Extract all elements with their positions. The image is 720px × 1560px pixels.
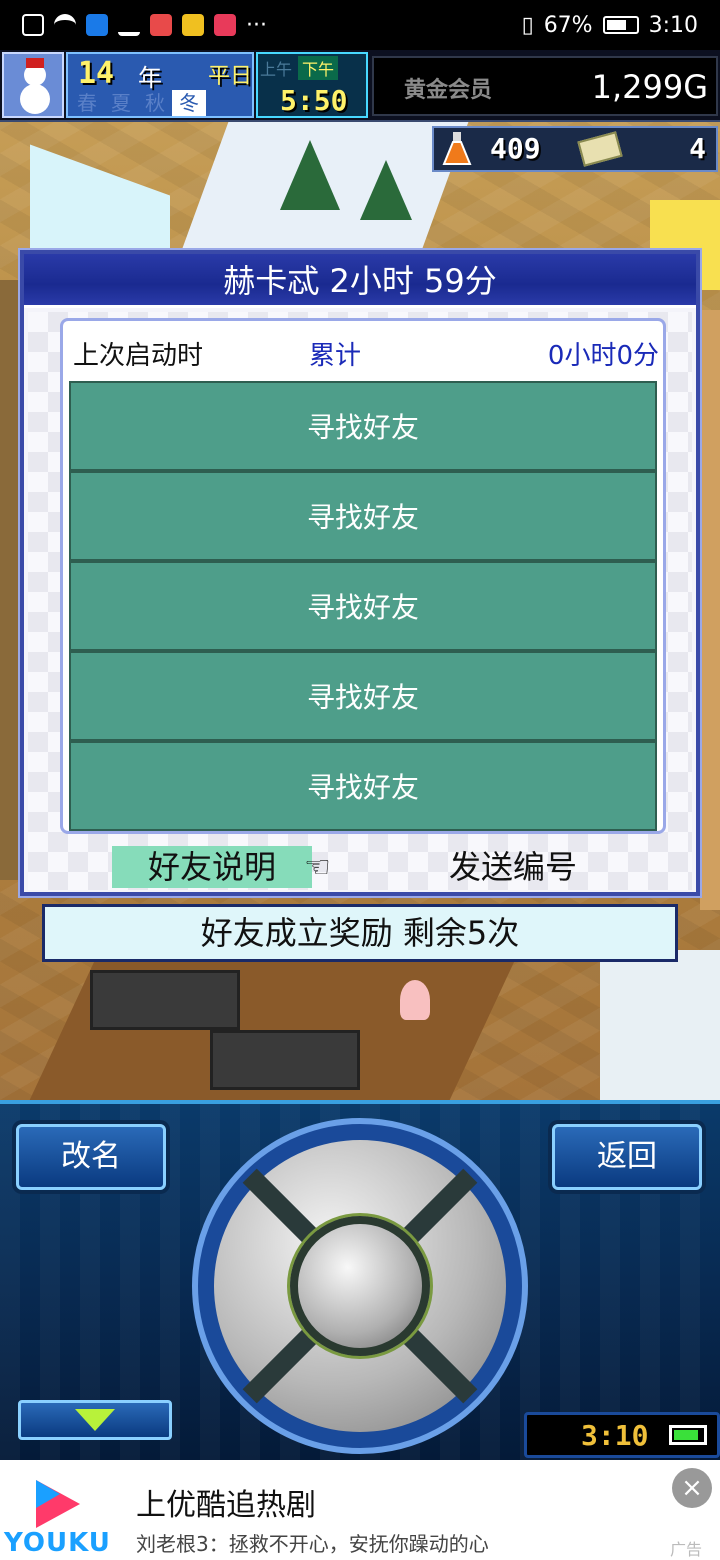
dpad-center-button[interactable] <box>290 1216 430 1356</box>
ticket-count: 4 <box>689 132 706 165</box>
ad-title: 上优酷追热剧 <box>136 1488 316 1523</box>
find-friend-slot-3[interactable]: 寻找好友 <box>69 561 657 651</box>
alert-icon <box>22 14 44 36</box>
snow-tree-icon <box>360 160 412 220</box>
character-icon <box>400 980 430 1020</box>
friend-dialog: 赫卡忒 2小时 59分 上次启动时 累计 0小时0分 寻找好友 寻找好友 寻找好… <box>20 250 700 896</box>
snowman-icon <box>2 52 64 118</box>
find-friend-slot-1[interactable]: 寻找好友 <box>69 381 657 471</box>
find-friend-slot-5[interactable]: 寻找好友 <box>69 741 657 831</box>
side-wall <box>0 280 20 880</box>
device-clock-panel: 3:10 <box>524 1412 720 1458</box>
friend-reward-banner: 好友成立奖励 剩余5次 <box>42 904 678 962</box>
more-icon: ··· <box>246 12 267 38</box>
am-label: 上午 <box>260 60 293 79</box>
status-time: 3:10 <box>648 12 698 38</box>
controller-panel: 改名 返回 3:10 <box>0 1100 720 1460</box>
send-code-button[interactable]: 发送编号 <box>438 846 588 888</box>
total-value: 0小时0分 <box>547 341 659 371</box>
ad-tag: 广告 <box>670 1540 703 1559</box>
top-hud: 14 年 平日 春 夏 秋 冬 上午 下午 5:50 黄金会员 1,299G <box>0 50 720 122</box>
dpad[interactable] <box>214 1140 506 1432</box>
season-summer: 夏 <box>111 91 131 115</box>
battery-icon <box>669 1425 707 1445</box>
bed-icon <box>90 970 240 1030</box>
battery-icon <box>602 16 639 34</box>
resource-bar: 409 4 <box>432 126 718 172</box>
status-bar: ··· ▯ 67% 3:10 <box>0 0 720 50</box>
dialog-footer: 好友说明 ☜ 发送编号 <box>28 842 692 890</box>
friend-list: 寻找好友 寻找好友 寻找好友 寻找好友 寻找好友 <box>69 381 657 835</box>
find-friend-slot-4[interactable]: 寻找好友 <box>69 651 657 741</box>
shield-app-icon <box>86 14 108 36</box>
time-panel: 上午 下午 5:50 <box>256 52 368 118</box>
down-arrow-icon <box>75 1409 115 1431</box>
game-clock: 5:50 <box>280 84 348 117</box>
bright-room <box>600 950 720 1100</box>
wifi-icon <box>54 14 76 36</box>
youku-logo-icon <box>36 1480 80 1528</box>
money-panel: 黄金会员 1,299G <box>372 56 718 116</box>
last-launch-label: 上次启动时 <box>73 341 204 371</box>
youku-brand: YOUKU <box>4 1528 111 1558</box>
year-unit: 年 <box>138 64 162 92</box>
book-app-icon <box>214 14 236 36</box>
ad-close-button[interactable]: × <box>672 1468 712 1508</box>
day-type: 平日 <box>208 64 253 89</box>
bed-icon <box>210 1030 360 1090</box>
ticket-icon <box>577 131 623 167</box>
find-friend-slot-2[interactable]: 寻找好友 <box>69 471 657 561</box>
money-value: 1,299G <box>591 68 708 106</box>
snow-tree-icon <box>280 140 340 210</box>
side-wall-right <box>700 310 720 910</box>
dialog-body: 上次启动时 累计 0小时0分 寻找好友 寻找好友 寻找好友 寻找好友 寻找好友 … <box>28 312 692 890</box>
fruit-app-icon <box>182 14 204 36</box>
dialog-title: 赫卡忒 2小时 59分 <box>24 254 696 308</box>
vibrate-icon: ▯ <box>521 12 534 38</box>
pointing-hand-icon: ☜ <box>304 850 331 885</box>
flask-icon <box>442 132 472 165</box>
season-autumn: 秋 <box>145 91 165 115</box>
season-winter: 冬 <box>172 90 206 116</box>
ad-subtitle: 刘老根3：拯救不开心，安抚你躁动的心 <box>136 1532 489 1556</box>
member-label: 黄金会员 <box>404 78 493 103</box>
pm-label: 下午 <box>298 56 339 80</box>
date-panel: 14 年 平日 春 夏 秋 冬 <box>66 52 254 118</box>
season-indicator: 春 夏 秋 冬 <box>70 90 206 116</box>
scroll-down-button[interactable] <box>18 1400 172 1440</box>
total-label: 累计 <box>309 341 362 371</box>
year-number: 14 <box>78 56 115 91</box>
friend-explain-button[interactable]: 好友说明 <box>112 846 312 888</box>
battery-percent: 67% <box>543 12 593 38</box>
back-button[interactable]: 返回 <box>552 1124 702 1190</box>
plant-app-icon <box>118 14 140 36</box>
device-clock: 3:10 <box>581 1419 649 1452</box>
dpad-ring <box>192 1118 528 1454</box>
friend-panel: 上次启动时 累计 0小时0分 寻找好友 寻找好友 寻找好友 寻找好友 寻找好友 <box>60 318 666 834</box>
ad-banner[interactable]: YOUKU 上优酷追热剧 刘老根3：拯救不开心，安抚你躁动的心 × 广告 <box>0 1460 720 1560</box>
status-icons: ··· <box>22 13 267 38</box>
rename-button[interactable]: 改名 <box>16 1124 166 1190</box>
flask-count: 409 <box>490 132 541 165</box>
huawei-app-icon <box>150 14 172 36</box>
launch-info: 上次启动时 累计 0小时0分 <box>73 335 659 375</box>
season-spring: 春 <box>77 91 97 115</box>
